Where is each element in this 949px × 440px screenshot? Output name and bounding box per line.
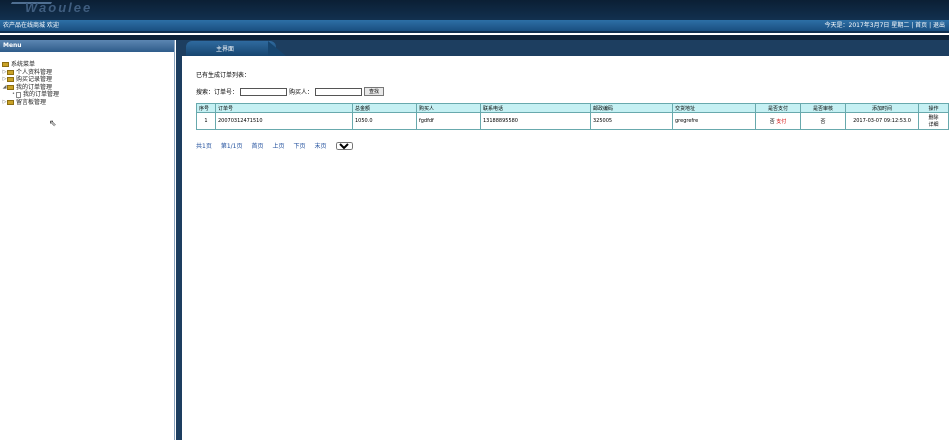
cell-address: gregrefre xyxy=(672,112,756,130)
cell-buyer: fgdfdf xyxy=(416,112,481,130)
top-bar: 农产品在线商城 欢迎 今天是：2017年3月7日 星期二 | 首页 | 退出 xyxy=(0,20,949,33)
col-header: 总金额 xyxy=(352,103,417,113)
col-header: 联系电话 xyxy=(480,103,591,113)
sidebar-title: Menu xyxy=(0,40,174,52)
buyer-search-label: 购买人： xyxy=(289,89,314,96)
folder-icon xyxy=(7,77,14,83)
folder-icon xyxy=(7,84,14,90)
col-header: 添加时间 xyxy=(845,103,919,113)
folder-icon xyxy=(2,62,9,68)
cell-order: 20070312471510 xyxy=(215,112,353,130)
folder-icon xyxy=(7,69,14,75)
col-header: 是否审核 xyxy=(800,103,846,113)
mouse-cursor-icon: ⇖ xyxy=(49,119,57,129)
folder-icon xyxy=(7,99,14,105)
col-header: 订单号 xyxy=(215,103,353,113)
sidebar-item-messages[interactable]: ▷ 留言板管理 xyxy=(2,99,174,107)
tab-edge xyxy=(268,41,286,56)
cell-ops: 删除 详细 xyxy=(918,112,949,130)
cell-audited: 否 xyxy=(800,112,846,130)
welcome-text: 农产品在线商城 欢迎 xyxy=(3,22,59,29)
sidebar-item-orders[interactable]: ◢ 我的订单管理 xyxy=(2,84,174,92)
menu-tree: 系统菜单 ▷ 个人资料管理 ▷ 购买记录管理 ◢ 我的订单管理 • 我的订单管理 ▷ 留言… xyxy=(0,52,174,106)
pagination: 共1页 第1/1页 首页 上页 下页 末页 1 xyxy=(196,141,353,150)
cell-time: 2017-03-07 09:12:53.0 xyxy=(845,112,919,130)
col-header: 操作 xyxy=(918,103,949,113)
search-button[interactable]: 查找 xyxy=(364,87,385,96)
page-title: 已有生成订单列表： xyxy=(196,72,251,79)
col-header: 序号 xyxy=(196,103,216,113)
page-total: 共1页 xyxy=(196,143,212,150)
date-links[interactable]: 今天是：2017年3月7日 星期二 | 首页 | 退出 xyxy=(825,20,945,32)
table-header-row: 序号 订单号 总金额 购买人 联系电话 邮政编码 交货地址 是否支付 是否审核 … xyxy=(196,103,949,113)
sidebar-subitem-orders[interactable]: • 我的订单管理 xyxy=(2,91,174,99)
sidebar: Menu 系统菜单 ▷ 个人资料管理 ▷ 购买记录管理 ◢ 我的订单管理 • 我的订单管… xyxy=(0,40,175,440)
tab-main[interactable]: 主界面 xyxy=(186,41,276,56)
cell-phone: 13188895580 xyxy=(480,112,591,130)
buyer-input[interactable] xyxy=(315,87,363,96)
prev-page-link[interactable]: 上页 xyxy=(273,141,285,150)
col-header: 是否支付 xyxy=(755,103,801,113)
tree-root[interactable]: 系统菜单 xyxy=(2,61,174,69)
detail-link[interactable]: 详细 xyxy=(928,122,938,128)
next-page-link[interactable]: 下页 xyxy=(294,141,306,150)
cell-zip: 325005 xyxy=(590,112,673,130)
search-bar: 搜索：订单号： 购买人： 查找 xyxy=(196,87,385,96)
order-search-label: 搜索：订单号： xyxy=(196,89,239,96)
page-current: 第1/1页 xyxy=(220,143,243,150)
first-page-link[interactable]: 首页 xyxy=(252,141,264,150)
cell-amount: 1050.0 xyxy=(352,112,417,130)
cell-no: 1 xyxy=(196,112,216,130)
page-icon xyxy=(16,91,21,98)
logo: Waoulee xyxy=(25,0,93,15)
orders-table: 序号 订单号 总金额 购买人 联系电话 邮政编码 交货地址 是否支付 是否审核 … xyxy=(196,103,949,130)
page-select[interactable]: 1 xyxy=(335,141,353,150)
delete-link[interactable]: 删除 xyxy=(928,115,938,121)
last-page-link[interactable]: 末页 xyxy=(315,141,327,150)
header: Waoulee xyxy=(0,0,949,20)
table-row: 1 20070312471510 1050.0 fgdfdf 131888955… xyxy=(196,112,949,130)
order-number-input[interactable] xyxy=(240,87,288,96)
cell-paid: 否 支付 xyxy=(755,112,801,130)
col-header: 购买人 xyxy=(416,103,481,113)
sidebar-item-profile[interactable]: ▷ 个人资料管理 xyxy=(2,69,174,77)
pay-link[interactable]: 支付 xyxy=(776,119,786,125)
sidebar-item-purchases[interactable]: ▷ 购买记录管理 xyxy=(2,76,174,84)
col-header: 邮政编码 xyxy=(590,103,673,113)
col-header: 交货地址 xyxy=(672,103,756,113)
